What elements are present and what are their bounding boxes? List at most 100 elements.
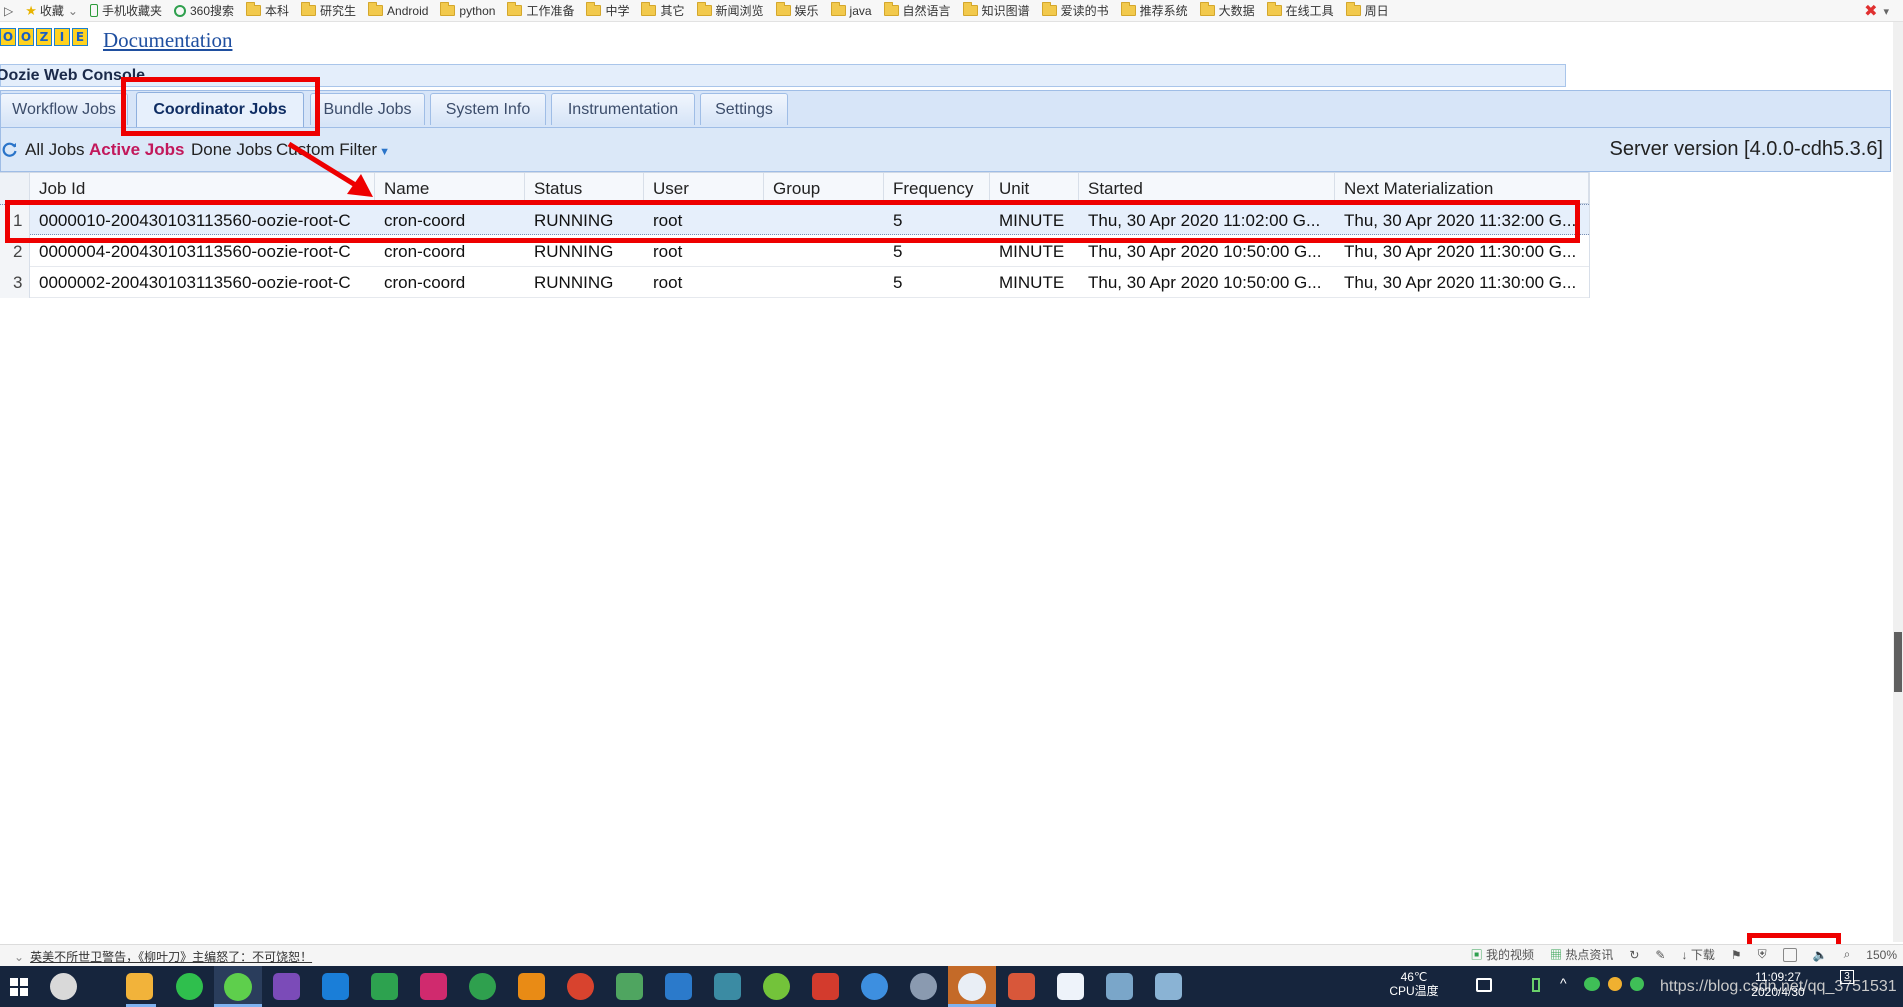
document-app-icon[interactable] (1008, 973, 1035, 1000)
notification-icon[interactable]: 3 (1840, 970, 1854, 984)
server-version: Server version [4.0.0-cdh5.3.6] (1609, 138, 1883, 160)
folder-icon (775, 2, 791, 16)
notes-app-icon[interactable] (1106, 973, 1133, 1000)
vmware-icon[interactable] (518, 973, 545, 1000)
android-studio-icon[interactable] (469, 973, 496, 1000)
baidu-netdisk-icon[interactable] (861, 973, 888, 1000)
qihoo-browser-icon[interactable] (176, 973, 203, 1000)
chevron-up-icon[interactable]: ^ (1560, 975, 1567, 991)
bookmark-folder[interactable]: python (440, 2, 495, 18)
filter-all-jobs[interactable]: All Jobs (25, 140, 85, 160)
close-tools-icon[interactable]: ✖ (1864, 1, 1877, 21)
active-browser-icon[interactable] (214, 966, 262, 1007)
bookmark-folder[interactable]: java (830, 2, 872, 18)
bookmark-folder[interactable]: 在线工具 (1266, 2, 1334, 19)
filter-active-jobs[interactable]: Active Jobs (89, 140, 184, 160)
bookmark-folder[interactable]: 新闻浏览 (696, 2, 764, 19)
sidebar-toggle-icon[interactable]: ▷ (4, 4, 13, 18)
download-icon: ↓ (1681, 948, 1688, 962)
download-button[interactable]: ↓ 下载 (1681, 946, 1714, 963)
hot-news-button[interactable]: ▦ 热点资讯 (1550, 946, 1613, 963)
pinwheel-app-icon[interactable] (50, 973, 77, 1000)
refresh-status-icon[interactable]: ↻ (1629, 948, 1639, 962)
folder-icon (641, 2, 657, 16)
intellij-icon[interactable] (420, 973, 447, 1000)
flag-icon[interactable]: ⚑ (1731, 948, 1742, 962)
battery-icon[interactable] (1532, 978, 1540, 992)
folder-icon (962, 2, 978, 16)
tab-system-info[interactable]: System Info (430, 93, 546, 125)
bookmark-favorites[interactable]: ★ 收藏 ⌄ (25, 2, 78, 19)
zoom-icon[interactable]: ⌕ (1844, 947, 1851, 962)
youdao-icon[interactable] (812, 973, 839, 1000)
green-tray-icon[interactable] (1630, 977, 1644, 991)
zoom-level[interactable]: 150% (1866, 948, 1897, 962)
table-right-border (1589, 172, 1590, 298)
bookmark-folder[interactable]: 推荐系统 (1120, 2, 1188, 19)
bookmark-folder[interactable]: 中学 (586, 2, 629, 19)
bookmark-folder[interactable]: 娱乐 (775, 2, 819, 19)
user-cell: root (653, 273, 683, 292)
editor-app-icon[interactable] (714, 973, 741, 1000)
folder-icon (507, 2, 523, 16)
bookmark-folder[interactable]: 知识图谱 (962, 2, 1030, 19)
documentation-link[interactable]: Documentation (103, 28, 232, 53)
pycharm-icon[interactable] (371, 973, 398, 1000)
tab-instrumentation[interactable]: Instrumentation (551, 93, 695, 125)
tab-settings[interactable]: Settings (700, 93, 788, 125)
speaker-icon[interactable]: 🔈 (1813, 948, 1828, 962)
mail-app-icon[interactable] (1057, 973, 1084, 1000)
powershell-icon[interactable] (665, 973, 692, 1000)
folder-icon (246, 2, 262, 16)
bookmark-folder[interactable]: 爱读的书 (1041, 2, 1109, 19)
folder-icon (1041, 2, 1057, 16)
active-app-icon[interactable] (948, 966, 996, 1007)
name-cell: cron-coord (384, 273, 466, 292)
bookmark-folder[interactable]: Android (368, 2, 428, 18)
checkbox-tray-icon[interactable] (1476, 978, 1492, 992)
bookmark-360-search[interactable]: 360搜索 (173, 2, 234, 19)
cpu-temperature[interactable]: 46℃ CPU温度 (1386, 970, 1442, 998)
row-number: 3 (0, 267, 30, 298)
annotation-box-row (5, 200, 1580, 243)
folder-icon (1199, 2, 1215, 16)
bookmark-folder[interactable]: 自然语言 (883, 2, 951, 19)
visual-studio-icon[interactable] (273, 973, 300, 1000)
bookmark-mobile[interactable]: 手机收藏夹 (89, 2, 162, 19)
window-icon[interactable] (1782, 947, 1797, 962)
scrollbar-thumb[interactable] (1894, 632, 1902, 692)
my-video-button[interactable]: ▣ 我的视频 (1471, 946, 1534, 963)
wechat-icon[interactable] (1584, 977, 1600, 991)
shield-icon[interactable]: ⛨ (1758, 947, 1767, 962)
tab-bundle-jobs[interactable]: Bundle Jobs (310, 93, 425, 125)
chevron-down-icon[interactable]: ▾ (1883, 5, 1889, 18)
news-ticker[interactable]: ⌄ 英美不所世卫警告，《柳叶刀》主编怒了：不可饶恕！ (14, 948, 312, 965)
pin-icon[interactable]: ✎ (1655, 948, 1665, 962)
bookmark-folder[interactable]: 研究生 (301, 2, 356, 19)
cloud-app-icon[interactable] (910, 973, 937, 1000)
table-row[interactable]: 3 0000002-200430103113560-oozie-root-C c… (0, 267, 1589, 298)
vscode-icon[interactable] (322, 973, 349, 1000)
filter-done-jobs[interactable]: Done Jobs (191, 140, 272, 160)
folder-icon (883, 2, 899, 16)
notepad-app-icon[interactable] (1155, 973, 1182, 1000)
bookmarks-tools: ✖ ▾ (1864, 1, 1889, 21)
folder-icon (1120, 2, 1136, 16)
bookmark-folder[interactable]: 本科 (246, 2, 289, 19)
windows-start-icon[interactable] (10, 978, 28, 996)
system-clock[interactable]: 11:09:27 2020/4/30 (1746, 970, 1810, 1000)
green-app-icon[interactable] (763, 973, 790, 1000)
bookmark-folder[interactable]: 周日 (1345, 2, 1389, 19)
folder-icon (440, 2, 456, 16)
bookmark-folder[interactable]: 工作准备 (507, 2, 574, 19)
snail-app-icon[interactable] (567, 973, 594, 1000)
tab-workflow-jobs[interactable]: Workflow Jobs (0, 93, 128, 125)
refresh-icon[interactable] (2, 141, 18, 157)
video-icon: ▣ (1470, 948, 1483, 962)
vertical-scrollbar[interactable] (1893, 22, 1903, 942)
bookmark-folder[interactable]: 大数据 (1199, 2, 1255, 19)
qq-icon[interactable] (1608, 977, 1622, 991)
bookmark-folder[interactable]: 其它 (641, 2, 685, 19)
terminal-app-icon[interactable] (616, 973, 643, 1000)
file-explorer-icon[interactable] (126, 973, 153, 1000)
